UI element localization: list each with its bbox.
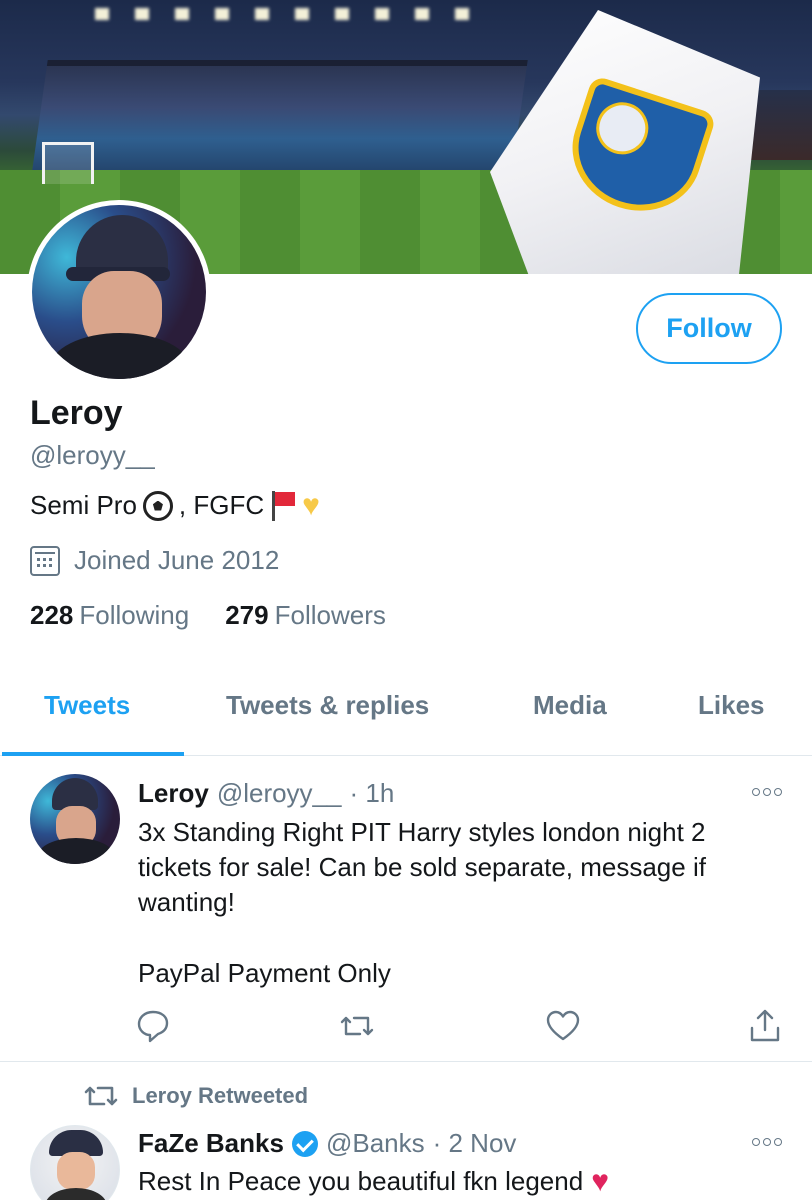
tweet-text-line: PayPal Payment Only xyxy=(138,958,391,988)
avatar-image xyxy=(32,205,206,379)
tweet-text: 3x Standing Right PIT Harry styles londo… xyxy=(138,817,706,917)
red-flag-icon xyxy=(270,490,296,521)
followers-count: 279 xyxy=(225,600,269,630)
more-options-icon[interactable] xyxy=(752,1136,784,1148)
joined-date: Joined June 2012 xyxy=(30,545,279,576)
tweet-header: FaZe Banks @Banks · 2 Nov xyxy=(138,1128,516,1159)
following-count: 228 xyxy=(30,600,74,630)
active-tab-indicator xyxy=(2,752,184,756)
avatar-face xyxy=(57,1152,95,1190)
follow-button[interactable]: Follow xyxy=(636,293,782,364)
avatar-jacket xyxy=(50,333,190,379)
tweet-divider xyxy=(0,1061,812,1062)
following-label: Following xyxy=(79,600,190,630)
followers-label: Followers xyxy=(274,600,386,630)
tweet-author-name[interactable]: Leroy xyxy=(138,778,209,809)
avatar-shirt xyxy=(45,1188,107,1200)
tweet-author-name[interactable]: FaZe Banks xyxy=(138,1128,284,1159)
joined-text: Joined June 2012 xyxy=(74,545,280,575)
soccer-ball-icon xyxy=(142,490,173,521)
following-link[interactable]: 228 Following xyxy=(30,600,189,631)
tweet-actions xyxy=(136,1008,786,1048)
stadium-lights xyxy=(95,8,495,20)
yellow-heart-icon: ♥ xyxy=(302,488,320,522)
more-options-icon[interactable] xyxy=(752,786,784,798)
goal-post xyxy=(42,142,94,184)
follow-stats: 228 Following 279 Followers xyxy=(30,600,386,631)
tweet-time[interactable]: · 2 Nov xyxy=(433,1128,517,1159)
calendar-icon xyxy=(30,545,60,576)
tweet-author-handle: @Banks xyxy=(325,1128,425,1158)
retweet-icon xyxy=(84,1086,118,1106)
stadium-stand xyxy=(32,60,528,170)
tweet-text-container: Rest In Peace you beautiful fkn legend ♥ xyxy=(138,1164,778,1199)
share-icon[interactable] xyxy=(748,1008,782,1044)
retweet-context: Leroy Retweeted xyxy=(84,1082,308,1110)
like-icon[interactable] xyxy=(546,1008,580,1044)
reply-icon[interactable] xyxy=(136,1008,170,1044)
tweet-time[interactable]: · 1h xyxy=(349,778,394,809)
profile-avatar[interactable] xyxy=(27,200,211,384)
tab-likes[interactable]: Likes xyxy=(698,690,765,721)
profile-bio: Semi Pro , FGFC ♥ xyxy=(30,490,320,521)
profile-name: Leroy xyxy=(30,394,123,432)
tweet-avatar[interactable] xyxy=(30,774,120,864)
retweet-context-text[interactable]: Leroy Retweeted xyxy=(132,1083,308,1109)
profile-tabs: Tweets Tweets & replies Media Likes xyxy=(0,668,812,756)
tweet-header: Leroy @leroyy__ · 1h xyxy=(138,778,394,809)
tab-tweets-replies[interactable]: Tweets & replies xyxy=(226,690,429,721)
tab-tweets[interactable]: Tweets xyxy=(44,690,130,721)
tab-media[interactable]: Media xyxy=(533,690,607,721)
bio-text: Semi Pro xyxy=(30,490,137,520)
followers-link[interactable]: 279 Followers xyxy=(225,600,386,631)
retweet-icon[interactable] xyxy=(340,1008,374,1044)
tweet-author-handle: @leroyy__ xyxy=(216,778,342,808)
profile-handle: @leroyy__ xyxy=(30,440,155,470)
verified-badge-icon xyxy=(291,1130,318,1157)
avatar-jacket xyxy=(38,838,114,864)
bio-text-2: , FGFC xyxy=(178,490,265,520)
red-heart-icon: ♥ xyxy=(591,1165,609,1198)
tweet-text: Rest In Peace you beautiful fkn legend xyxy=(138,1166,584,1196)
tweet-avatar[interactable] xyxy=(30,1125,120,1200)
